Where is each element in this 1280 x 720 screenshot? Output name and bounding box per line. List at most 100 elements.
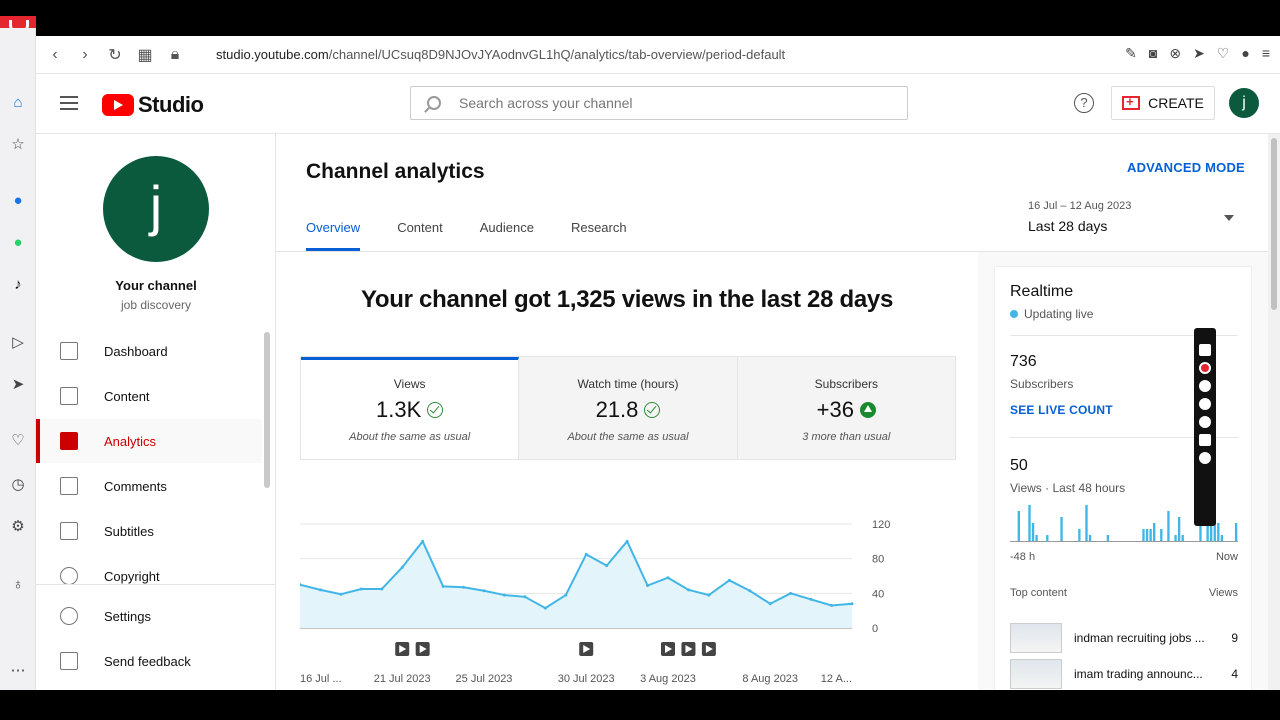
webcam-icon[interactable] xyxy=(1199,416,1211,428)
tab-research[interactable]: Research xyxy=(571,220,627,251)
date-range[interactable]: 16 Jul – 12 Aug 2023 xyxy=(1028,200,1131,212)
whatsapp-icon[interactable]: ● xyxy=(8,232,28,252)
comments-icon xyxy=(60,477,78,495)
realtime-views-label: Views · Last 48 hours xyxy=(1010,481,1126,495)
top-content-row[interactable]: indman recruiting jobs ... 9 xyxy=(1010,621,1238,655)
data-point xyxy=(584,552,588,556)
spark-bar xyxy=(1234,523,1238,541)
studio-logo[interactable]: Studio xyxy=(102,92,204,118)
address-bar: ‹ › ↻ ▦ 🔒︎ studio.youtube.com/channel/UC… xyxy=(36,36,1280,74)
send-icon[interactable]: ➤ xyxy=(1193,45,1205,62)
sidebar-item-subtitles[interactable]: Subtitles xyxy=(36,509,262,553)
studio-header: Studio ? CREATE j xyxy=(36,74,1280,134)
address-bar-actions: ✎ ◙ ⊗ ➤ ♡ ● ≡ xyxy=(1125,45,1270,62)
data-point xyxy=(462,585,466,589)
spark-bar xyxy=(1149,529,1152,541)
reload-icon[interactable]: ↻ xyxy=(100,45,130,65)
tabs-grid-icon[interactable]: ▦ xyxy=(130,45,160,65)
camera-icon[interactable]: ◙ xyxy=(1149,45,1157,62)
url-field[interactable]: studio.youtube.com/channel/UCsuq8D9NJOvJ… xyxy=(216,47,785,62)
account-avatar[interactable]: j xyxy=(1229,88,1259,118)
sidebar-item-label: Comments xyxy=(104,478,167,494)
search-box[interactable] xyxy=(410,86,908,120)
views-chart[interactable]: 0 40 80 120 16 Jul ... 21 Jul 2023 25 Jul 2023… xyxy=(300,492,956,690)
video-title: indman recruiting jobs ... xyxy=(1074,631,1205,645)
analytics-icon xyxy=(60,432,78,450)
metric-card-watch-time[interactable]: Watch time (hours) 21.8 About the same a… xyxy=(519,357,738,459)
top-content-row[interactable]: imam trading announc... 4 xyxy=(1010,657,1238,690)
shield-icon[interactable]: ⊗ xyxy=(1169,45,1181,62)
scrollbar-thumb[interactable] xyxy=(1271,138,1277,310)
sidebar-item-settings[interactable]: Settings xyxy=(36,594,262,638)
sidebar-divider xyxy=(36,584,276,585)
video-thumbnail xyxy=(1010,623,1062,653)
search-input[interactable] xyxy=(459,95,859,111)
sidebar-item-dashboard[interactable]: Dashboard xyxy=(36,329,262,373)
sidebar-item-copyright[interactable]: Copyright xyxy=(36,554,262,598)
opera-sidebar: ⌂ ☆ ● ● ♪ ▷ ➤ ♡ ◷ ⚙ ♁ ⋯ xyxy=(0,28,36,690)
page-title: Channel analytics xyxy=(306,160,485,183)
screen-recorder-toolbar xyxy=(1194,328,1216,526)
os-top-bar xyxy=(0,0,1280,28)
create-button[interactable]: CREATE xyxy=(1111,86,1215,120)
forward-icon[interactable]: › xyxy=(70,46,100,64)
metric-card-subscribers[interactable]: Subscribers +36 3 more than usual xyxy=(737,357,955,459)
spark-bar xyxy=(1017,511,1020,541)
messenger-icon[interactable]: ● xyxy=(8,190,28,210)
advanced-mode-button[interactable]: ADVANCED MODE xyxy=(1127,160,1245,175)
menu-icon[interactable] xyxy=(60,96,78,110)
heart-icon[interactable]: ♡ xyxy=(1217,45,1230,62)
metric-card-views[interactable]: Views 1.3K About the same as usual xyxy=(301,357,520,459)
record-icon[interactable] xyxy=(1199,362,1211,374)
top-content-label: Top content xyxy=(1010,587,1067,599)
player-icon[interactable]: ▷ xyxy=(8,332,28,352)
x-tick-label: 8 Aug 2023 xyxy=(742,673,798,685)
microphone-icon[interactable] xyxy=(1199,380,1211,392)
star-icon[interactable]: ☆ xyxy=(8,134,28,154)
period-select[interactable]: Last 28 days xyxy=(1028,218,1107,234)
page-scrollbar[interactable] xyxy=(1268,134,1280,690)
overview-panel: Your channel got 1,325 views in the last… xyxy=(276,252,978,690)
sidebar-item-comments[interactable]: Comments xyxy=(36,464,262,508)
tab-overview[interactable]: Overview xyxy=(306,220,361,251)
sidebar-scrollbar[interactable] xyxy=(264,332,270,488)
screenshot-icon[interactable] xyxy=(1199,344,1211,356)
spark-bar xyxy=(1160,529,1163,541)
sidebar-item-analytics[interactable]: Analytics xyxy=(36,419,262,463)
more-icon[interactable]: ⋯ xyxy=(8,660,28,680)
sidebar-item-label: Send feedback xyxy=(104,653,191,669)
metric-label: Views xyxy=(393,377,426,391)
edit-icon[interactable]: ✎ xyxy=(1125,45,1137,62)
channel-avatar[interactable]: j xyxy=(103,156,209,262)
data-point xyxy=(605,564,609,568)
chevron-down-icon[interactable] xyxy=(1224,215,1234,221)
sidebar-item-send-feedback[interactable]: Send feedback xyxy=(36,639,262,683)
settings-icon[interactable]: ⚙ xyxy=(8,516,28,536)
send-icon[interactable]: ➤ xyxy=(8,374,28,394)
tab-audience[interactable]: Audience xyxy=(480,220,534,251)
see-live-count-link[interactable]: SEE LIVE COUNT xyxy=(1010,403,1113,417)
spark-bar xyxy=(1177,517,1181,541)
heart-icon[interactable]: ♡ xyxy=(8,430,28,450)
back-icon[interactable]: ‹ xyxy=(40,46,70,64)
views-area xyxy=(300,541,852,628)
history-icon[interactable]: ◷ xyxy=(8,474,28,494)
data-point xyxy=(707,593,711,597)
menu-icon[interactable]: ≡ xyxy=(1262,45,1270,62)
window-icon[interactable] xyxy=(1199,434,1211,446)
gear-icon[interactable] xyxy=(1199,452,1211,464)
tiktok-icon[interactable]: ♪ xyxy=(8,274,28,294)
data-point xyxy=(380,587,384,591)
data-point xyxy=(400,565,404,569)
tab-content[interactable]: Content xyxy=(397,220,443,251)
spark-bar xyxy=(1167,511,1170,541)
home-icon[interactable]: ⌂ xyxy=(8,92,28,112)
metric-note: About the same as usual xyxy=(567,431,689,443)
help-icon[interactable]: ? xyxy=(1074,93,1094,113)
profile-icon[interactable]: ● xyxy=(1241,45,1249,62)
lightbulb-icon[interactable]: ♁ xyxy=(8,574,28,594)
sidebar-item-content[interactable]: Content xyxy=(36,374,262,418)
speaker-icon[interactable] xyxy=(1199,398,1211,410)
x-tick-label: 30 Jul 2023 xyxy=(558,673,615,685)
live-dot-icon xyxy=(1010,310,1018,318)
